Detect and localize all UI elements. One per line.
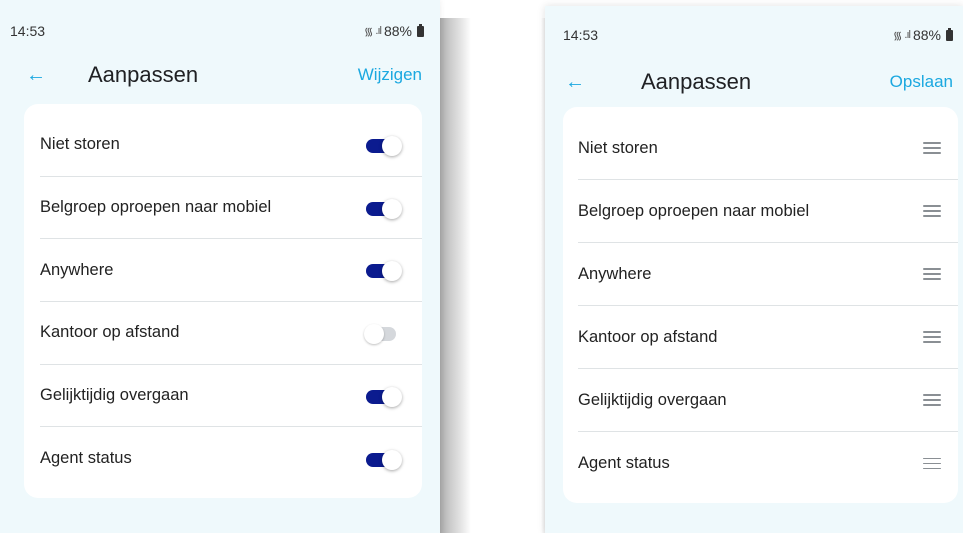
- status-indicators: ᯾ .ıl 88%: [364, 23, 424, 39]
- toggle-switch[interactable]: [364, 386, 402, 407]
- reorder-card: Niet storen Belgroep oproepen naar mobie…: [563, 107, 958, 503]
- arrow-left-icon[interactable]: ←: [565, 72, 605, 92]
- drag-handle-icon[interactable]: [923, 268, 941, 280]
- item-label: Kantoor op afstand: [40, 323, 180, 342]
- item-label: Belgroep oproepen naar mobiel: [40, 198, 272, 217]
- list-item: Agent status: [40, 427, 422, 490]
- list-item[interactable]: Agent status: [578, 432, 958, 495]
- status-time: 14:53: [10, 23, 46, 39]
- toggle-switch[interactable]: [364, 198, 402, 219]
- battery-level: 88%: [383, 23, 412, 39]
- list-item: Belgroep oproepen naar mobiel: [40, 177, 422, 240]
- status-indicators: ᯾ .ıl 88%: [893, 27, 953, 43]
- list-item[interactable]: Belgroep oproepen naar mobiel: [578, 180, 958, 243]
- item-label: Belgroep oproepen naar mobiel: [578, 201, 810, 220]
- list-item[interactable]: Gelijktijdig overgaan: [578, 369, 958, 432]
- signal-icon: .ıl: [375, 25, 381, 37]
- battery-icon: [417, 23, 424, 37]
- drag-handle-icon[interactable]: [923, 331, 941, 343]
- list-item[interactable]: Anywhere: [578, 243, 958, 306]
- list-item[interactable]: Niet storen: [578, 117, 958, 180]
- toggle-switch[interactable]: [364, 323, 400, 344]
- item-label: Gelijktijdig overgaan: [578, 390, 727, 409]
- item-label: Kantoor op afstand: [578, 327, 718, 346]
- wifi-icon: ᯾: [364, 25, 373, 38]
- battery-icon: [946, 27, 953, 41]
- item-label: Anywhere: [578, 264, 652, 283]
- item-label: Agent status: [40, 449, 132, 468]
- phone-shadow: [437, 18, 471, 533]
- wifi-icon: ᯾: [893, 29, 902, 42]
- item-label: Anywhere: [40, 260, 114, 279]
- signal-icon: .ıl: [904, 29, 910, 41]
- app-header: ← Aanpassen Opslaan: [545, 62, 963, 102]
- drag-handle-icon[interactable]: [923, 142, 941, 154]
- toggle-switch[interactable]: [364, 449, 402, 470]
- battery-level: 88%: [912, 27, 941, 43]
- list-item: Gelijktijdig overgaan: [40, 365, 422, 428]
- edit-button[interactable]: Wijzigen: [358, 65, 422, 85]
- status-time: 14:53: [563, 27, 599, 43]
- status-bar: 14:53 ᯾ .ıl 88%: [0, 18, 440, 44]
- drag-handle-icon[interactable]: [923, 394, 941, 406]
- list-item[interactable]: Kantoor op afstand: [578, 306, 958, 369]
- status-bar: 14:53 ᯾ .ıl 88%: [545, 22, 963, 48]
- item-label: Agent status: [578, 454, 670, 472]
- item-label: Niet storen: [40, 135, 120, 154]
- save-button[interactable]: Opslaan: [890, 72, 953, 92]
- right-screen: 14:53 ᯾ .ıl 88% ← Aanpassen Opslaan Niet…: [545, 6, 963, 533]
- list-item: Niet storen: [40, 114, 422, 177]
- settings-card: Niet storen Belgroep oproepen naar mobie…: [24, 104, 422, 498]
- drag-handle-icon[interactable]: [923, 457, 941, 470]
- list-item: Kantoor op afstand: [40, 302, 422, 365]
- toggle-switch[interactable]: [364, 261, 402, 282]
- arrow-left-icon[interactable]: ←: [26, 65, 66, 85]
- item-label: Gelijktijdig overgaan: [40, 386, 189, 405]
- item-label: Niet storen: [578, 138, 658, 157]
- left-screen: 14:53 ᯾ .ıl 88% ← Aanpassen Wijzigen Nie…: [0, 0, 440, 533]
- app-header: ← Aanpassen Wijzigen: [0, 55, 440, 95]
- drag-handle-icon[interactable]: [923, 205, 941, 217]
- page-title: Aanpassen: [641, 69, 752, 94]
- toggle-switch[interactable]: [364, 135, 402, 156]
- list-item: Anywhere: [40, 239, 422, 303]
- page-title: Aanpassen: [88, 62, 199, 87]
